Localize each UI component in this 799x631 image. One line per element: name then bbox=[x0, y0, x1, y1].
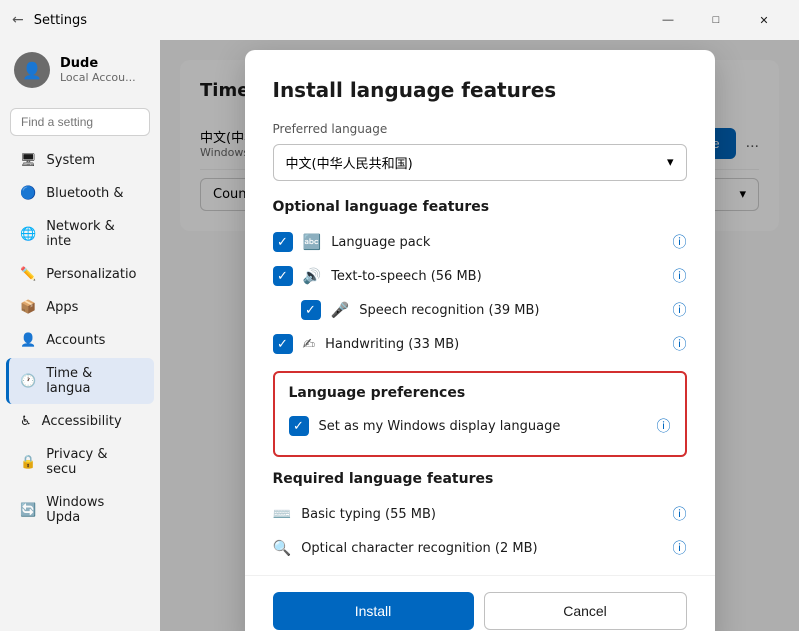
privacy-icon: 🔒 bbox=[20, 455, 36, 470]
optional-section-heading: Optional language features bbox=[273, 199, 687, 215]
info-icon-display-lang[interactable]: ⓘ bbox=[657, 416, 671, 436]
language-preferences-box: Language preferences ✓ Set as my Windows… bbox=[273, 371, 687, 457]
modal-overlay: Install language features Preferred lang… bbox=[160, 40, 799, 631]
checkbox-lang-pack[interactable]: ✓ bbox=[273, 232, 293, 252]
sidebar-item-apps[interactable]: 📦 Apps bbox=[6, 292, 154, 323]
accessibility-icon: ♿ bbox=[20, 414, 32, 429]
bluetooth-icon: 🔵 bbox=[20, 186, 36, 201]
window-controls: — □ ✕ bbox=[645, 4, 787, 36]
ocr-label: Optical character recognition (2 MB) bbox=[301, 541, 662, 556]
sidebar-label-time: Time & langua bbox=[46, 366, 140, 396]
sidebar-label-personalization: Personalizatio bbox=[46, 267, 136, 282]
install-language-dialog: Install language features Preferred lang… bbox=[245, 50, 715, 631]
lang-pref-title: Language preferences bbox=[289, 385, 671, 401]
feature-row-ocr: 🔍 Optical character recognition (2 MB) ⓘ bbox=[273, 531, 687, 565]
personalization-icon: ✏️ bbox=[20, 267, 36, 282]
sidebar-label-privacy: Privacy & secu bbox=[46, 447, 140, 477]
close-button[interactable]: ✕ bbox=[741, 4, 787, 36]
user-profile: 👤 Dude Local Accou... bbox=[0, 40, 160, 100]
speech-rec-label: Speech recognition (39 MB) bbox=[359, 303, 662, 318]
basic-typing-icon: ⌨️ bbox=[273, 505, 292, 523]
accounts-icon: 👤 bbox=[20, 333, 36, 348]
main-area: 👤 Dude Local Accou... 🖥 System 🔵 Bluetoo… bbox=[0, 40, 799, 631]
sidebar-item-time[interactable]: 🕐 Time & langua bbox=[6, 358, 154, 404]
sidebar: 👤 Dude Local Accou... 🖥 System 🔵 Bluetoo… bbox=[0, 40, 160, 631]
preferred-language-dropdown[interactable]: 中文(中华人民共和国) ▾ bbox=[273, 144, 687, 181]
sidebar-label-accounts: Accounts bbox=[46, 333, 105, 348]
sidebar-item-system[interactable]: 🖥 System bbox=[6, 145, 154, 176]
feature-row-handwriting: ✓ ✍ Handwriting (33 MB) ⓘ bbox=[273, 327, 687, 361]
network-icon: 🌐 bbox=[20, 227, 36, 242]
sidebar-item-windows-update[interactable]: 🔄 Windows Upda bbox=[6, 487, 154, 533]
dialog-scroll-area[interactable]: Install language features Preferred lang… bbox=[245, 50, 715, 575]
info-icon-lang-pack[interactable]: ⓘ bbox=[673, 232, 687, 252]
title-bar: ← Settings — □ ✕ bbox=[0, 0, 799, 40]
sidebar-item-accounts[interactable]: 👤 Accounts bbox=[6, 325, 154, 356]
minimize-button[interactable]: — bbox=[645, 4, 691, 36]
handwriting-label: Handwriting (33 MB) bbox=[325, 337, 662, 352]
feature-row-basic-typing: ⌨️ Basic typing (55 MB) ⓘ bbox=[273, 497, 687, 531]
feature-row-lang-pack: ✓ 🔤 Language pack ⓘ bbox=[273, 225, 687, 259]
feature-row-tts: ✓ 🔊 Text-to-speech (56 MB) ⓘ bbox=[273, 259, 687, 293]
basic-typing-label: Basic typing (55 MB) bbox=[301, 507, 662, 522]
feature-row-display-lang: ✓ Set as my Windows display language ⓘ bbox=[289, 409, 671, 443]
sidebar-label-apps: Apps bbox=[46, 300, 78, 315]
feature-row-speech-rec: ✓ 🎤 Speech recognition (39 MB) ⓘ bbox=[301, 293, 687, 327]
dialog-title: Install language features bbox=[273, 78, 687, 102]
apps-icon: 📦 bbox=[20, 300, 36, 315]
sidebar-item-personalization[interactable]: ✏️ Personalizatio bbox=[6, 259, 154, 290]
right-content: Time & language 中文(中华人民共和国) Windows disp… bbox=[160, 40, 799, 631]
lang-pack-label: Language pack bbox=[331, 235, 662, 250]
speech-rec-icon: 🎤 bbox=[331, 301, 350, 319]
info-icon-ocr[interactable]: ⓘ bbox=[673, 538, 687, 558]
sidebar-label-system: System bbox=[47, 153, 95, 168]
required-section-heading: Required language features bbox=[273, 471, 687, 487]
system-icon: 🖥 bbox=[20, 153, 37, 168]
checkbox-display-lang[interactable]: ✓ bbox=[289, 416, 309, 436]
sidebar-item-accessibility[interactable]: ♿ Accessibility bbox=[6, 406, 154, 437]
info-icon-basic-typing[interactable]: ⓘ bbox=[673, 504, 687, 524]
sidebar-label-update: Windows Upda bbox=[46, 495, 140, 525]
sidebar-label-accessibility: Accessibility bbox=[42, 414, 122, 429]
lang-pack-icon: 🔤 bbox=[303, 233, 322, 251]
tts-label: Text-to-speech (56 MB) bbox=[331, 269, 662, 284]
sidebar-label-network: Network & inte bbox=[46, 219, 140, 249]
info-icon-speech-rec[interactable]: ⓘ bbox=[673, 300, 687, 320]
user-subtitle: Local Accou... bbox=[60, 71, 136, 84]
info-icon-handwriting[interactable]: ⓘ bbox=[673, 334, 687, 354]
checkbox-handwriting[interactable]: ✓ bbox=[273, 334, 293, 354]
sidebar-label-bluetooth: Bluetooth & bbox=[46, 186, 123, 201]
checkbox-speech-rec[interactable]: ✓ bbox=[301, 300, 321, 320]
maximize-button[interactable]: □ bbox=[693, 4, 739, 36]
tts-icon: 🔊 bbox=[303, 267, 322, 285]
ocr-icon: 🔍 bbox=[273, 539, 292, 557]
sidebar-item-bluetooth[interactable]: 🔵 Bluetooth & bbox=[6, 178, 154, 209]
user-name: Dude bbox=[60, 56, 136, 71]
time-icon: 🕐 bbox=[20, 374, 36, 389]
install-button[interactable]: Install bbox=[273, 592, 474, 630]
handwriting-icon: ✍ bbox=[303, 335, 316, 353]
required-section: Required language features ⌨️ Basic typi… bbox=[273, 471, 687, 565]
dialog-footer: Install Cancel bbox=[245, 575, 715, 631]
chevron-down-icon: ▾ bbox=[667, 155, 674, 170]
preferred-label: Preferred language bbox=[273, 122, 687, 136]
avatar: 👤 bbox=[14, 52, 50, 88]
update-icon: 🔄 bbox=[20, 503, 36, 518]
settings-window: ← Settings — □ ✕ 👤 Dude Local Accou... 🖥… bbox=[0, 0, 799, 631]
search-input[interactable] bbox=[10, 108, 150, 136]
sidebar-item-privacy[interactable]: 🔒 Privacy & secu bbox=[6, 439, 154, 485]
checkbox-tts[interactable]: ✓ bbox=[273, 266, 293, 286]
back-icon[interactable]: ← bbox=[12, 12, 24, 28]
preferred-value: 中文(中华人民共和国) bbox=[286, 153, 413, 172]
cancel-button[interactable]: Cancel bbox=[484, 592, 687, 630]
sidebar-item-network[interactable]: 🌐 Network & inte bbox=[6, 211, 154, 257]
display-lang-label: Set as my Windows display language bbox=[319, 419, 647, 434]
info-icon-tts[interactable]: ⓘ bbox=[673, 266, 687, 286]
window-title: Settings bbox=[34, 13, 87, 28]
